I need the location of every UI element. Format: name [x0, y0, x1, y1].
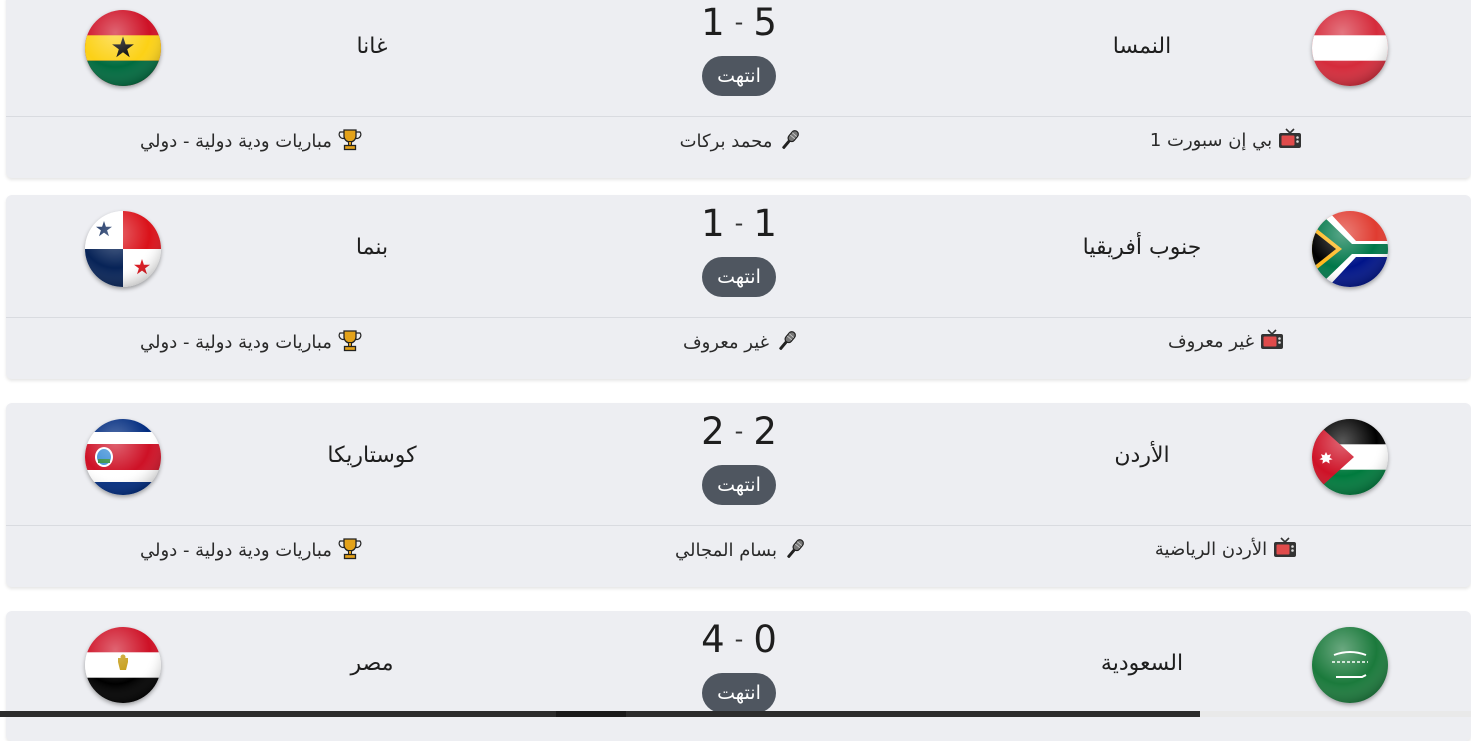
match-score: 4-0 — [639, 618, 839, 661]
microphone-icon — [779, 331, 796, 350]
score-separator: - — [734, 625, 744, 653]
competition[interactable]: مباريات ودية دولية - دولي — [76, 330, 426, 355]
match-score: 1-1 — [639, 202, 839, 245]
match-status-badge: انتهت — [702, 673, 776, 713]
south-africa-flag — [1312, 211, 1388, 287]
competition-label: مباريات ودية دولية - دولي — [140, 540, 332, 561]
tv-icon — [1274, 537, 1297, 557]
austria-flag — [1312, 10, 1388, 86]
panama-flag — [85, 211, 161, 287]
match-list: النمسا غانا 1-5 انتهت بي إن سبورت 1 محمد بركا… — [0, 0, 1471, 741]
match-status-badge: انتهت — [702, 257, 776, 297]
commentator: بسام المجالي — [611, 539, 871, 563]
match-header[interactable]: الأردن كوستاريكا 2-2 انتهت — [6, 403, 1471, 525]
match-card[interactable]: الأردن كوستاريكا 2-2 انتهت الأردن الرياضية بس… — [6, 403, 1471, 587]
home-team-name[interactable]: السعودية — [1042, 651, 1242, 676]
taskbar — [0, 711, 1471, 717]
channel-label: بي إن سبورت 1 — [1149, 130, 1273, 151]
commentator-label: بسام المجالي — [675, 540, 777, 561]
match-status-badge: انتهت — [702, 465, 776, 505]
broadcast-channel: الأردن الرياضية — [1096, 537, 1356, 561]
saudi-arabia-flag — [1312, 627, 1388, 703]
microphone-icon — [787, 539, 804, 558]
away-score: 2 — [701, 410, 725, 453]
trophy-icon — [338, 129, 362, 151]
competition[interactable]: مباريات ودية دولية - دولي — [76, 129, 426, 154]
competition[interactable]: مباريات ودية دولية - دولي — [76, 538, 426, 563]
competition-label: مباريات ودية دولية - دولي — [140, 131, 332, 152]
home-score: 0 — [753, 618, 777, 661]
home-score: 5 — [753, 1, 777, 44]
microphone-icon — [782, 130, 800, 149]
channel-label: غير معروف — [1167, 331, 1255, 352]
match-card[interactable]: النمسا غانا 1-5 انتهت بي إن سبورت 1 محمد بركا… — [6, 0, 1471, 178]
score-separator: - — [734, 209, 744, 237]
egypt-flag — [85, 627, 161, 703]
commentator-label: غير معروف — [682, 332, 770, 353]
tv-icon — [1279, 128, 1302, 148]
score-separator: - — [734, 417, 744, 445]
home-score: 2 — [753, 410, 777, 453]
home-team-name[interactable]: الأردن — [1042, 443, 1242, 468]
trophy-icon — [338, 538, 362, 560]
trophy-icon — [338, 330, 362, 352]
match-card[interactable]: السعودية مصر 4-0 انتهت — [6, 611, 1471, 741]
match-score: 2-2 — [639, 410, 839, 453]
channel-label: الأردن الرياضية — [1154, 539, 1268, 560]
card-divider — [6, 525, 1471, 526]
home-team-name[interactable]: النمسا — [1042, 34, 1242, 59]
commentator: غير معروف — [611, 331, 871, 355]
card-divider — [6, 317, 1471, 318]
match-status-badge: انتهت — [702, 56, 776, 96]
match-header[interactable]: النمسا غانا 1-5 انتهت — [6, 0, 1471, 116]
commentator: محمد بركات — [611, 130, 871, 154]
away-team-name[interactable]: مصر — [272, 651, 472, 676]
home-score: 1 — [753, 202, 777, 245]
broadcast-channel: بي إن سبورت 1 — [1096, 128, 1356, 152]
tv-icon — [1261, 329, 1284, 349]
home-team-name[interactable]: جنوب أفريقيا — [1042, 235, 1242, 260]
match-card[interactable]: جنوب أفريقيا بنما 1-1 انتهت غير معروف غير معر… — [6, 195, 1471, 379]
competition-label: مباريات ودية دولية - دولي — [140, 332, 332, 353]
match-score: 1-5 — [639, 1, 839, 44]
costa-rica-flag — [85, 419, 161, 495]
away-team-name[interactable]: كوستاريكا — [272, 443, 472, 468]
card-divider — [6, 116, 1471, 117]
ghana-flag — [85, 10, 161, 86]
jordan-flag — [1312, 419, 1388, 495]
away-score: 4 — [701, 618, 725, 661]
match-header[interactable]: جنوب أفريقيا بنما 1-1 انتهت — [6, 195, 1471, 317]
away-score: 1 — [701, 1, 725, 44]
away-team-name[interactable]: بنما — [272, 235, 472, 260]
away-team-name[interactable]: غانا — [272, 34, 472, 59]
broadcast-channel: غير معروف — [1096, 329, 1356, 353]
away-score: 1 — [701, 202, 725, 245]
score-separator: - — [734, 8, 744, 36]
commentator-label: محمد بركات — [679, 131, 773, 152]
